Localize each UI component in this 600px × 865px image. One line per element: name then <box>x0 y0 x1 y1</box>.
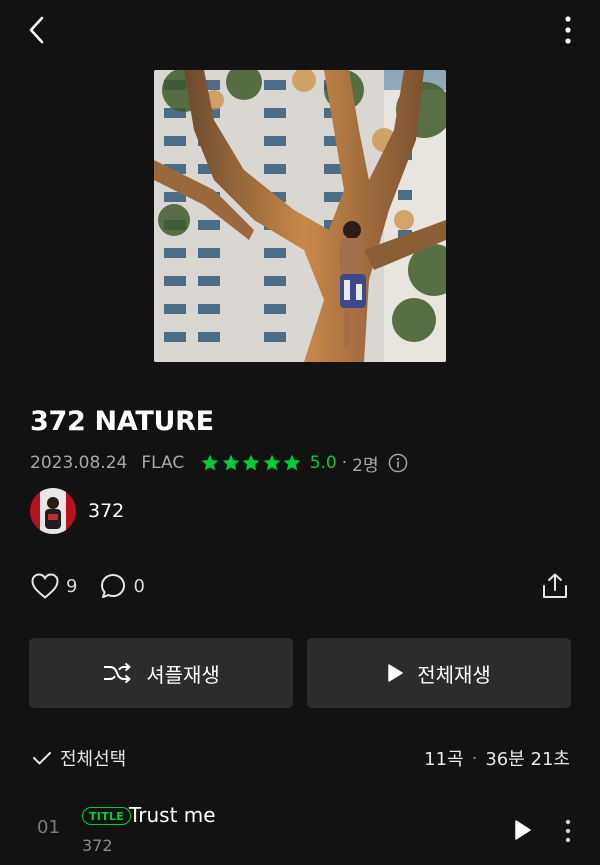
select-all-button[interactable]: 전체선택 <box>32 745 126 771</box>
play-all-button[interactable]: 전체재생 <box>307 638 571 708</box>
comment-icon <box>101 574 126 598</box>
shuffle-play-label: 셔플재생 <box>146 662 220 687</box>
play-all-label: 전체재생 <box>417 662 491 687</box>
album-cover[interactable] <box>154 70 446 362</box>
separator-dot: · <box>471 747 478 769</box>
heart-icon <box>31 573 59 599</box>
check-icon <box>33 752 51 765</box>
more-options-button[interactable] <box>556 12 580 48</box>
track-count: 11곡 <box>424 749 464 770</box>
track-more-button[interactable] <box>558 817 578 845</box>
share-button[interactable] <box>540 571 570 601</box>
star-icon <box>263 454 281 471</box>
comment-count: 0 <box>133 575 145 597</box>
artist-avatar <box>30 488 76 534</box>
star-icon <box>201 454 219 471</box>
artist-row[interactable]: 372 <box>30 488 124 534</box>
more-vertical-icon <box>565 819 571 843</box>
artist-name: 372 <box>88 500 125 522</box>
rating-count: 2명 <box>352 455 379 476</box>
album-detail-screen: 372 NATURE 2023.08.24 FLAC 5.0 · 2명 372 … <box>0 0 600 865</box>
rating-value: 5.0 <box>309 453 337 473</box>
star-icon <box>222 454 240 471</box>
info-icon[interactable] <box>387 452 409 474</box>
top-bar <box>0 0 600 60</box>
total-duration: 36분 21초 <box>485 749 570 770</box>
like-count: 9 <box>66 575 78 597</box>
album-title: 372 NATURE <box>30 406 214 437</box>
separator-dot: · <box>341 453 348 473</box>
share-icon <box>543 573 567 598</box>
select-all-label: 전체선택 <box>60 749 127 770</box>
audio-format: FLAC <box>141 453 185 473</box>
release-date: 2023.08.24 <box>30 453 128 473</box>
title-track-badge: TITLE <box>82 807 132 825</box>
track-play-button[interactable] <box>510 817 536 843</box>
like-button[interactable]: 9 <box>30 572 77 600</box>
social-actions: 9 0 <box>30 570 145 602</box>
chevron-left-icon <box>29 16 44 44</box>
comment-button[interactable]: 0 <box>99 572 145 600</box>
star-icon <box>283 454 301 471</box>
track-artist: 372 <box>82 836 113 855</box>
album-cover-art <box>154 70 446 362</box>
tracklist-summary: 11곡 · 36분 21초 <box>424 745 570 771</box>
rating-stars[interactable] <box>200 453 303 473</box>
back-button[interactable] <box>20 12 54 48</box>
album-meta-row: 2023.08.24 FLAC 5.0 · 2명 <box>30 451 409 476</box>
star-icon <box>242 454 260 471</box>
shuffle-play-button[interactable]: 셔플재생 <box>29 638 293 708</box>
play-icon <box>515 820 531 840</box>
shuffle-icon <box>104 662 131 684</box>
track-number: 01 <box>37 817 60 838</box>
play-icon <box>388 664 403 682</box>
more-vertical-icon <box>565 16 571 44</box>
track-title: Trust me <box>129 803 216 827</box>
